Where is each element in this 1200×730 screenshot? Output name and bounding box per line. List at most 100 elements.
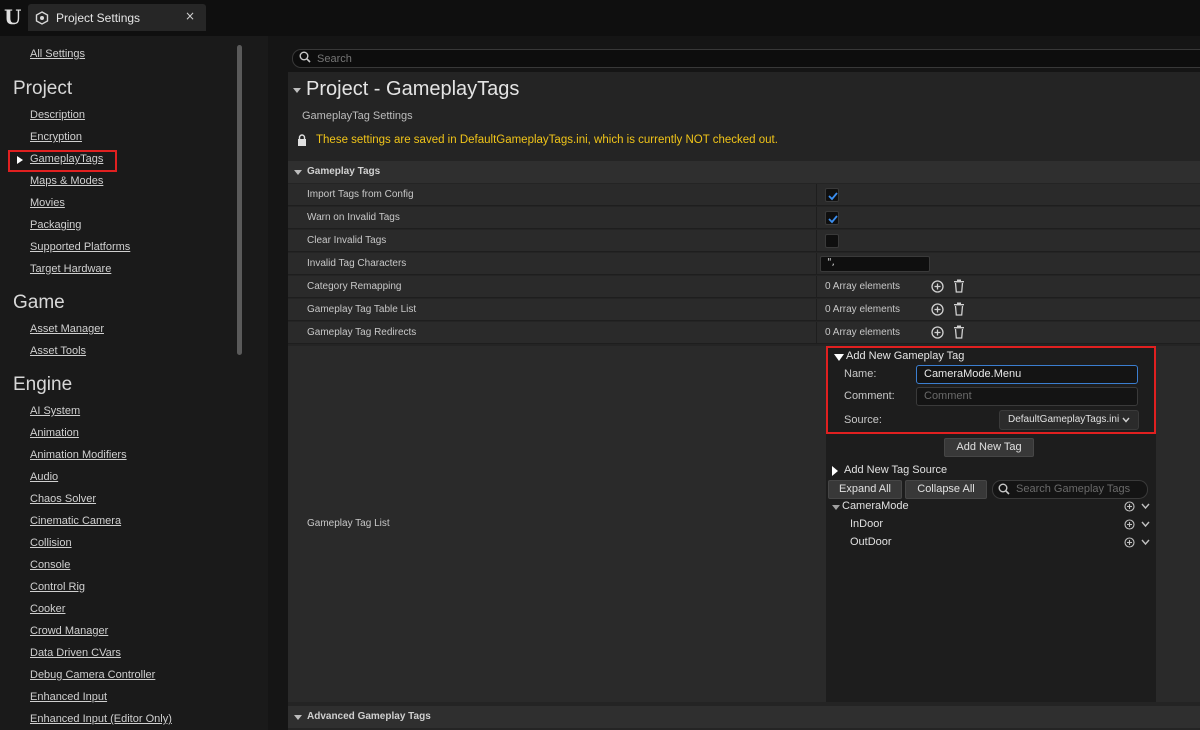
add-subtag-icon[interactable] bbox=[1124, 537, 1135, 548]
add-new-tag-header[interactable]: Add New Gameplay Tag bbox=[846, 350, 964, 362]
settings-main: Project - GameplayTags GameplayTag Setti… bbox=[268, 36, 1200, 730]
sidebar-item-gameplaytags[interactable]: GameplayTags bbox=[30, 153, 103, 165]
sidebar-item-animation[interactable]: Animation bbox=[30, 427, 79, 439]
invalid-chars-input[interactable]: ", bbox=[820, 256, 930, 272]
sidebar-item-collision[interactable]: Collision bbox=[30, 537, 72, 549]
tag-label: InDoor bbox=[850, 518, 884, 530]
sidebar-item-console[interactable]: Console bbox=[30, 559, 70, 571]
sidebar-item-chaos-solver[interactable]: Chaos Solver bbox=[30, 493, 96, 505]
add-subtag-icon[interactable] bbox=[1124, 501, 1135, 512]
array-count: 0 Array elements bbox=[825, 281, 901, 292]
category-title: Advanced Gameplay Tags bbox=[307, 711, 431, 722]
import-tags-checkbox[interactable] bbox=[825, 188, 839, 202]
sidebar-item-ai-system[interactable]: AI System bbox=[30, 405, 80, 417]
sidebar-item-enhanced-input[interactable]: Enhanced Input bbox=[30, 691, 107, 703]
tab-project-settings[interactable]: Project Settings × bbox=[28, 4, 206, 31]
expand-arrow-icon[interactable] bbox=[832, 505, 840, 510]
column-divider bbox=[816, 230, 817, 251]
sidebar-item-enhanced-input-editor[interactable]: Enhanced Input (Editor Only) bbox=[30, 713, 172, 725]
column-divider bbox=[816, 207, 817, 228]
comment-label: Comment: bbox=[844, 390, 895, 402]
prop-label: Gameplay Tag Redirects bbox=[307, 327, 417, 338]
sidebar-item-target-hardware[interactable]: Target Hardware bbox=[30, 263, 111, 275]
expand-arrow-icon[interactable] bbox=[834, 354, 844, 361]
add-element-icon[interactable] bbox=[931, 280, 944, 293]
sidebar-category-game: Game bbox=[13, 292, 65, 313]
sidebar-item-movies[interactable]: Movies bbox=[30, 197, 65, 209]
category-title: Gameplay Tags bbox=[307, 166, 381, 177]
checkout-warning: These settings are saved in DefaultGamep… bbox=[296, 134, 778, 146]
add-new-tag-source[interactable]: Add New Tag Source bbox=[844, 464, 947, 476]
chevron-down-icon[interactable] bbox=[1141, 539, 1150, 546]
add-element-icon[interactable] bbox=[931, 326, 944, 339]
sidebar-item-packaging[interactable]: Packaging bbox=[30, 219, 81, 231]
sidebar-item-cooker[interactable]: Cooker bbox=[30, 603, 65, 615]
prop-label: Gameplay Tag List bbox=[307, 518, 390, 529]
tag-editor: Add New Gameplay Tag Name: CameraMode.Me… bbox=[826, 346, 1156, 702]
prop-import-tags: Import Tags from Config bbox=[288, 184, 1200, 206]
add-new-tag-button[interactable]: Add New Tag bbox=[944, 438, 1034, 457]
settings-search[interactable] bbox=[292, 49, 1200, 68]
tag-search-input[interactable]: Search Gameplay Tags bbox=[992, 480, 1148, 499]
column-divider bbox=[816, 184, 817, 205]
name-label: Name: bbox=[844, 368, 877, 380]
sidebar-item-asset-manager[interactable]: Asset Manager bbox=[30, 323, 104, 335]
chevron-down-icon[interactable] bbox=[1141, 521, 1150, 528]
trash-icon[interactable] bbox=[953, 279, 965, 293]
sidebar-item-maps-modes[interactable]: Maps & Modes bbox=[30, 175, 103, 187]
prop-warn-invalid-tags: Warn on Invalid Tags bbox=[288, 207, 1200, 229]
sidebar-item-data-driven-cvars[interactable]: Data Driven CVars bbox=[30, 647, 121, 659]
prop-gameplay-tag-list: Gameplay Tag List Add New Gameplay Tag N… bbox=[288, 346, 1200, 702]
sidebar-item-all-settings[interactable]: All Settings bbox=[30, 48, 85, 60]
column-divider bbox=[816, 276, 817, 297]
sidebar-item-supported-platforms[interactable]: Supported Platforms bbox=[30, 241, 130, 253]
chevron-down-icon[interactable] bbox=[1141, 503, 1150, 510]
tag-tree-item[interactable]: OutDoor bbox=[826, 534, 1156, 552]
tag-tree-item[interactable]: InDoor bbox=[826, 516, 1156, 534]
sidebar-scrollbar[interactable] bbox=[237, 45, 242, 355]
close-icon[interactable]: × bbox=[185, 9, 195, 23]
sidebar-item-audio[interactable]: Audio bbox=[30, 471, 58, 483]
category-advanced-gameplay-tags[interactable]: Advanced Gameplay Tags bbox=[288, 706, 1200, 728]
sidebar-item-crowd-manager[interactable]: Crowd Manager bbox=[30, 625, 108, 637]
prop-label: Warn on Invalid Tags bbox=[307, 212, 400, 223]
trash-icon[interactable] bbox=[953, 325, 965, 339]
settings-sidebar: All Settings Project Description Encrypt… bbox=[0, 36, 268, 730]
column-divider bbox=[816, 322, 817, 343]
sidebar-item-cinematic-camera[interactable]: Cinematic Camera bbox=[30, 515, 121, 527]
tag-tree-item[interactable]: CameraMode bbox=[826, 498, 1156, 516]
title-bar: U Project Settings × bbox=[0, 0, 1200, 36]
expand-arrow-icon[interactable] bbox=[832, 466, 838, 476]
tag-label: OutDoor bbox=[850, 536, 892, 548]
lock-icon bbox=[298, 134, 306, 146]
category-gameplay-tags[interactable]: Gameplay Tags bbox=[288, 161, 1200, 183]
clear-invalid-checkbox[interactable] bbox=[825, 234, 839, 248]
column-divider bbox=[816, 299, 817, 320]
collapse-all-button[interactable]: Collapse All bbox=[905, 480, 987, 499]
collapse-arrow-icon[interactable] bbox=[293, 88, 301, 93]
tag-comment-input[interactable]: Comment bbox=[916, 387, 1138, 406]
prop-label: Category Remapping bbox=[307, 281, 402, 292]
prop-category-remapping: Category Remapping 0 Array elements bbox=[288, 276, 1200, 298]
sidebar-item-animation-modifiers[interactable]: Animation Modifiers bbox=[30, 449, 127, 461]
tag-name-input[interactable]: CameraMode.Menu bbox=[916, 365, 1138, 384]
search-input[interactable] bbox=[317, 51, 1117, 66]
add-subtag-icon[interactable] bbox=[1124, 519, 1135, 530]
sidebar-item-encryption[interactable]: Encryption bbox=[30, 131, 82, 143]
warning-text: These settings are saved in DefaultGamep… bbox=[316, 134, 778, 146]
settings-cube-icon bbox=[35, 10, 49, 25]
source-dropdown[interactable]: DefaultGameplayTags.ini bbox=[999, 410, 1139, 430]
warn-invalid-checkbox[interactable] bbox=[825, 211, 839, 225]
sidebar-item-asset-tools[interactable]: Asset Tools bbox=[30, 345, 86, 357]
expand-all-button[interactable]: Expand All bbox=[828, 480, 902, 499]
selected-arrow-icon bbox=[17, 156, 23, 164]
check-icon bbox=[828, 192, 838, 201]
add-new-tag-panel: Add New Gameplay Tag Name: CameraMode.Me… bbox=[826, 346, 1156, 434]
trash-icon[interactable] bbox=[953, 302, 965, 316]
sidebar-item-description[interactable]: Description bbox=[30, 109, 85, 121]
sidebar-item-control-rig[interactable]: Control Rig bbox=[30, 581, 85, 593]
unreal-logo-icon[interactable]: U bbox=[4, 6, 24, 28]
prop-tag-redirects: Gameplay Tag Redirects 0 Array elements bbox=[288, 322, 1200, 344]
sidebar-item-debug-camera-controller[interactable]: Debug Camera Controller bbox=[30, 669, 155, 681]
add-element-icon[interactable] bbox=[931, 303, 944, 316]
